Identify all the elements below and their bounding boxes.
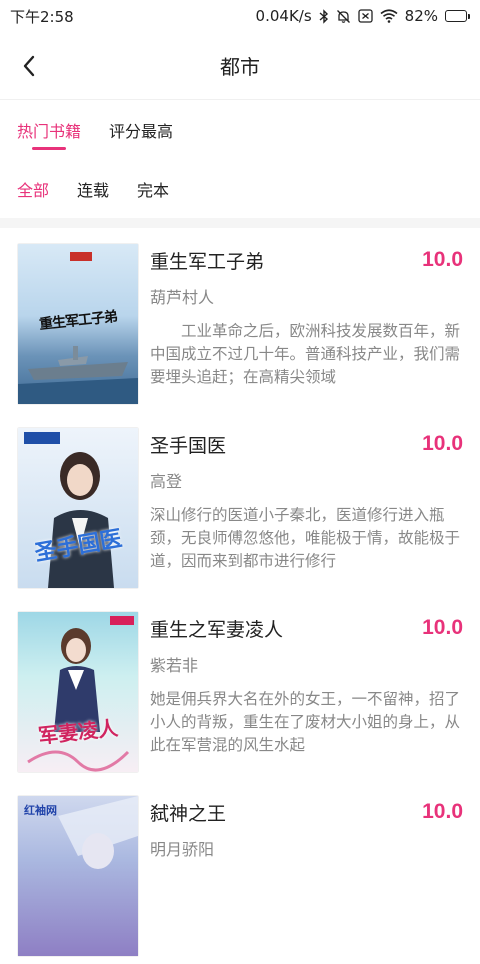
book-score: 10.0 (422, 432, 463, 455)
filter-completed[interactable]: 完本 (137, 177, 169, 201)
book-description: 深山修行的医道小子秦北，医道修行进入瓶颈，无良师傅忽悠他，唯能极于情，故能极于道… (150, 506, 461, 570)
tab-active-indicator (32, 147, 66, 150)
mute-icon (336, 9, 351, 24)
book-info: 圣手国医 10.0 高登 深山修行的医道小子秦北，医道修行进入瓶颈，无良师傅忽悠… (150, 428, 463, 573)
book-title: 重生之军妻凌人 (150, 618, 284, 641)
nav-bar: 都市 (0, 32, 480, 100)
book-score: 10.0 (422, 248, 463, 271)
book-item[interactable]: 圣手国医 圣手国医 10.0 高登 深山修行的医道小子秦北，医道修行进入瓶颈，无… (18, 412, 463, 596)
book-item[interactable]: 红袖网 弑神之王 10.0 明月骄阳 (18, 780, 463, 964)
book-cover: 红袖网 (18, 796, 138, 956)
book-author: 高登 (150, 472, 183, 491)
status-icons: 0.04K/s 82% (256, 7, 470, 25)
back-button[interactable] (14, 51, 44, 81)
book-author: 葫芦村人 (150, 288, 215, 307)
network-speed: 0.04K/s (255, 7, 312, 25)
book-cover: 重生军工子弟 (18, 244, 138, 404)
book-info: 重生军工子弟 10.0 葫芦村人 工业革命之后，欧洲科技发展数百年，新中国成立不… (150, 244, 463, 389)
tab-hot-books[interactable]: 热门书籍 (17, 100, 82, 150)
filter-serializing[interactable]: 连载 (77, 177, 109, 201)
book-author: 明月骄阳 (150, 840, 215, 859)
book-info: 重生之军妻凌人 10.0 紫若非 她是佣兵界大名在外的女王，一不留神，招了小人的… (150, 612, 463, 757)
book-author: 紫若非 (150, 656, 199, 675)
chevron-left-icon (23, 55, 35, 76)
book-description: 工业革命之后，欧洲科技发展数百年，新中国成立不过几十年。普通科技产业，我们需要埋… (150, 322, 461, 386)
book-item[interactable]: 重生军工子弟 重生军工子弟 10.0 葫芦村人 工业革命之后，欧洲科技发展数百年… (18, 228, 463, 412)
book-title: 圣手国医 (150, 434, 227, 457)
filter-all[interactable]: 全部 (17, 177, 49, 201)
book-title: 弑神之王 (150, 802, 227, 825)
book-info: 弑神之王 10.0 明月骄阳 (150, 796, 463, 872)
bluetooth-icon (319, 8, 329, 24)
book-item[interactable]: 军妻凌人 重生之军妻凌人 10.0 紫若非 她是佣兵界大名在外的女王，一不留神，… (18, 596, 463, 780)
book-title: 重生军工子弟 (150, 250, 265, 273)
wifi-icon (380, 9, 398, 23)
battery-charging-icon (445, 10, 470, 22)
tab-bar: 热门书籍 评分最高 (0, 100, 480, 160)
book-score: 10.0 (422, 800, 463, 823)
book-list: 重生军工子弟 重生军工子弟 10.0 葫芦村人 工业革命之后，欧洲科技发展数百年… (0, 228, 480, 964)
status-time: 下午2:58 (10, 7, 74, 26)
battery-percent: 82% (404, 7, 438, 25)
tab-label: 热门书籍 (17, 122, 82, 141)
tab-label: 评分最高 (109, 122, 174, 141)
book-cover: 军妻凌人 (18, 612, 138, 772)
section-divider (0, 218, 480, 228)
status-bar: 下午2:58 0.04K/s 82% (0, 0, 480, 32)
page-title: 都市 (220, 55, 260, 79)
book-score: 10.0 (422, 616, 463, 639)
status-filter-bar: 全部 连载 完本 (0, 160, 480, 218)
book-cover: 圣手国医 (18, 428, 138, 588)
cover-publisher-logo: 红袖网 (24, 804, 57, 817)
sim-icon (358, 9, 373, 23)
book-description: 她是佣兵界大名在外的女王，一不留神，招了小人的背叛，重生在了废材大小姐的身上，从… (150, 690, 461, 754)
tab-top-rated[interactable]: 评分最高 (109, 100, 173, 142)
